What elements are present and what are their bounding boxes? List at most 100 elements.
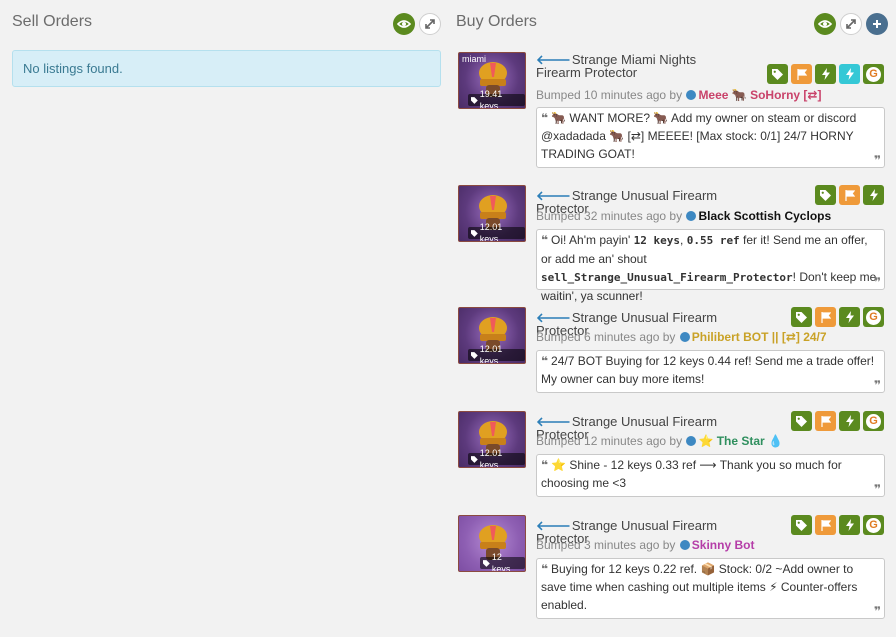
tag-icon bbox=[483, 559, 490, 567]
tag-icon bbox=[471, 229, 478, 237]
buy-orders-title: Buy Orders bbox=[456, 13, 537, 30]
lightning-icon bbox=[869, 189, 878, 201]
bot-g-icon: G bbox=[866, 309, 881, 325]
listing-actions: G bbox=[791, 411, 884, 431]
expand-icon bbox=[425, 19, 435, 29]
bumped-info: Bumped 12 minutes ago by ⭐ The Star 💧 bbox=[536, 434, 783, 448]
quote-right-icon: ❞ bbox=[873, 378, 881, 392]
bot-g-icon: G bbox=[866, 66, 881, 82]
listing-message: ❝ ⭐ Shine - 12 keys 0.33 ref ⟶ Thank you … bbox=[536, 454, 885, 497]
tag-icon bbox=[796, 415, 807, 427]
instant-trade-button[interactable] bbox=[839, 411, 860, 431]
listing-message: ❝ 🐂 WANT MORE? 🐂 Add my owner on steam or… bbox=[536, 107, 885, 168]
price-tag-button[interactable] bbox=[791, 411, 812, 431]
expand-button[interactable] bbox=[840, 13, 862, 35]
add-buy-order-button[interactable] bbox=[866, 13, 888, 35]
instant-trade-button[interactable] bbox=[815, 64, 836, 84]
price-tag-button[interactable] bbox=[815, 185, 836, 205]
toggle-visibility-button[interactable] bbox=[814, 13, 836, 35]
lightning-icon bbox=[845, 311, 854, 323]
user-status-icon bbox=[686, 211, 697, 221]
listing-actions: G bbox=[791, 307, 884, 327]
instant-trade-button[interactable] bbox=[863, 185, 884, 205]
eye-icon bbox=[818, 20, 832, 28]
user-status-icon bbox=[686, 90, 697, 100]
quote-right-icon: ❞ bbox=[873, 275, 881, 289]
quote-left-icon: ❝ bbox=[541, 111, 549, 125]
instant-trade-button[interactable] bbox=[839, 307, 860, 327]
report-button[interactable] bbox=[791, 64, 812, 84]
flag-icon bbox=[820, 415, 831, 427]
quote-left-icon: ❝ bbox=[541, 354, 549, 368]
flag-icon bbox=[844, 189, 855, 201]
eye-icon bbox=[397, 20, 411, 28]
listing-title[interactable]: 🡐Strange Miami Nights Firearm Protector bbox=[536, 53, 736, 79]
item-thumbnail[interactable]: 12.01 keys bbox=[458, 307, 526, 364]
quote-left-icon: ❝ bbox=[541, 562, 549, 576]
bumped-info: Bumped 6 minutes ago by Philibert BOT ||… bbox=[536, 330, 827, 344]
price-tag-button[interactable] bbox=[767, 64, 788, 84]
tag-icon bbox=[471, 351, 478, 359]
tag-icon bbox=[471, 455, 478, 463]
flag-icon bbox=[796, 68, 807, 80]
listing-actions: G bbox=[767, 64, 884, 84]
flag-icon bbox=[820, 311, 831, 323]
listing-message: ❝ 24/7 BOT Buying for 12 keys 0.44 ref! S… bbox=[536, 350, 885, 393]
user-link[interactable]: Meee 🐂 SoHorny [⇄] bbox=[698, 88, 821, 102]
lightning-icon bbox=[845, 519, 854, 531]
instant-trade-button[interactable] bbox=[839, 515, 860, 535]
user-status-icon bbox=[686, 436, 697, 446]
quote-right-icon: ❞ bbox=[873, 482, 881, 496]
item-price-badge: 19.41 keys bbox=[468, 89, 525, 108]
bot-button[interactable]: G bbox=[863, 64, 884, 84]
expand-icon bbox=[846, 19, 856, 29]
user-link[interactable]: Philibert BOT || [⇄] 24/7 bbox=[692, 330, 827, 344]
item-thumbnail[interactable]: 12 keys bbox=[458, 515, 526, 572]
user-link[interactable]: Skinny Bot bbox=[692, 538, 755, 552]
report-button[interactable] bbox=[839, 185, 860, 205]
plus-icon bbox=[873, 20, 881, 28]
item-thumbnail[interactable]: 12.01 keys bbox=[458, 411, 526, 468]
lightning-icon bbox=[845, 415, 854, 427]
report-button[interactable] bbox=[815, 515, 836, 535]
toggle-visibility-button[interactable] bbox=[393, 13, 415, 35]
no-listings-alert: No listings found. bbox=[12, 50, 441, 87]
expand-button[interactable] bbox=[419, 13, 441, 35]
item-thumbnail[interactable]: miami 19.41 keys bbox=[458, 52, 526, 109]
user-link[interactable]: Black Scottish Cyclops bbox=[698, 209, 831, 223]
quote-left-icon: ❝ bbox=[541, 233, 549, 247]
lightning-icon bbox=[821, 68, 830, 80]
tag-icon bbox=[796, 519, 807, 531]
listing-actions: G bbox=[791, 515, 884, 535]
sell-orders-title: Sell Orders bbox=[12, 13, 93, 30]
bot-button[interactable]: G bbox=[863, 515, 884, 535]
bumped-info: Bumped 10 minutes ago by Meee 🐂 SoHorny … bbox=[536, 88, 822, 102]
report-button[interactable] bbox=[815, 411, 836, 431]
bumped-info: Bumped 3 minutes ago by Skinny Bot bbox=[536, 538, 755, 552]
price-tag-button[interactable] bbox=[791, 515, 812, 535]
bumped-info: Bumped 32 minutes ago by Black Scottish … bbox=[536, 209, 832, 223]
listing-message: ❝ Buying for 12 keys 0.22 ref. 📦 Stock: 0… bbox=[536, 558, 885, 619]
bot-button[interactable]: G bbox=[863, 307, 884, 327]
tag-icon bbox=[772, 68, 783, 80]
item-thumbnail[interactable]: 12.01 keys bbox=[458, 185, 526, 242]
tag-icon bbox=[820, 189, 831, 201]
bot-g-icon: G bbox=[866, 517, 881, 533]
quote-left-icon: ❝ bbox=[541, 458, 549, 472]
item-price-badge: 12.01 keys bbox=[468, 448, 525, 467]
quote-right-icon: ❞ bbox=[873, 604, 881, 618]
listing-message: ❝ Oi! Ah'm payin' 12 keys, 0.55 ref fer i… bbox=[536, 229, 885, 303]
item-price-badge: 12.01 keys bbox=[468, 222, 525, 241]
bot-button[interactable]: G bbox=[863, 411, 884, 431]
report-button[interactable] bbox=[815, 307, 836, 327]
user-status-icon bbox=[679, 332, 690, 342]
sell-orders-controls bbox=[393, 13, 441, 35]
flag-icon bbox=[820, 519, 831, 531]
user-link[interactable]: ⭐ The Star 💧 bbox=[698, 434, 783, 448]
user-status-icon bbox=[679, 540, 690, 550]
tag-icon bbox=[471, 96, 478, 104]
buy-orders-controls bbox=[814, 13, 888, 35]
instant-trade-offer-button[interactable] bbox=[839, 64, 860, 84]
price-tag-button[interactable] bbox=[791, 307, 812, 327]
listing-actions bbox=[815, 185, 884, 205]
